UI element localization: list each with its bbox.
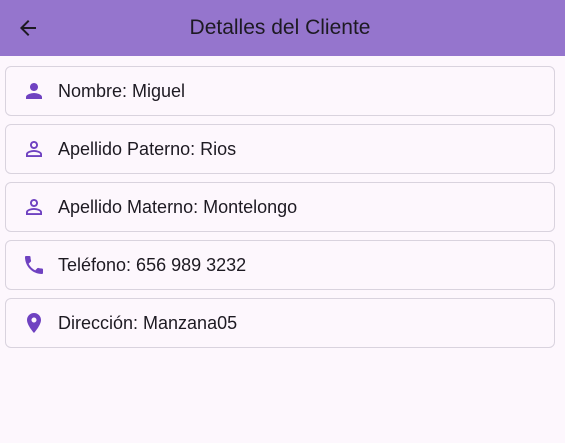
person-filled-icon <box>22 79 46 103</box>
detail-card-nombre: Nombre: Miguel <box>5 66 555 116</box>
person-outline-icon <box>22 195 46 219</box>
phone-icon <box>22 253 46 277</box>
detail-card-direccion: Dirección: Manzana05 <box>5 298 555 348</box>
detail-label-direccion: Dirección: Manzana05 <box>58 312 238 333</box>
client-details-list: Nombre: Miguel Apellido Paterno: Rios Ap… <box>5 66 555 356</box>
app-bar: Detalles del Cliente <box>0 0 565 56</box>
detail-card-apellido-materno: Apellido Materno: Montelongo <box>5 182 555 232</box>
detail-label-apellido-materno: Apellido Materno: Montelongo <box>58 196 298 217</box>
page-title: Detalles del Cliente <box>189 16 371 39</box>
detail-label-apellido-paterno: Apellido Paterno: Rios <box>58 138 237 159</box>
detail-label-telefono: Teléfono: 656 989 3232 <box>58 254 247 275</box>
location-pin-icon <box>22 311 46 335</box>
person-outline-icon <box>22 137 46 161</box>
detail-card-apellido-paterno: Apellido Paterno: Rios <box>5 124 555 174</box>
detail-card-telefono: Teléfono: 656 989 3232 <box>5 240 555 290</box>
detail-label-nombre: Nombre: Miguel <box>58 80 186 101</box>
